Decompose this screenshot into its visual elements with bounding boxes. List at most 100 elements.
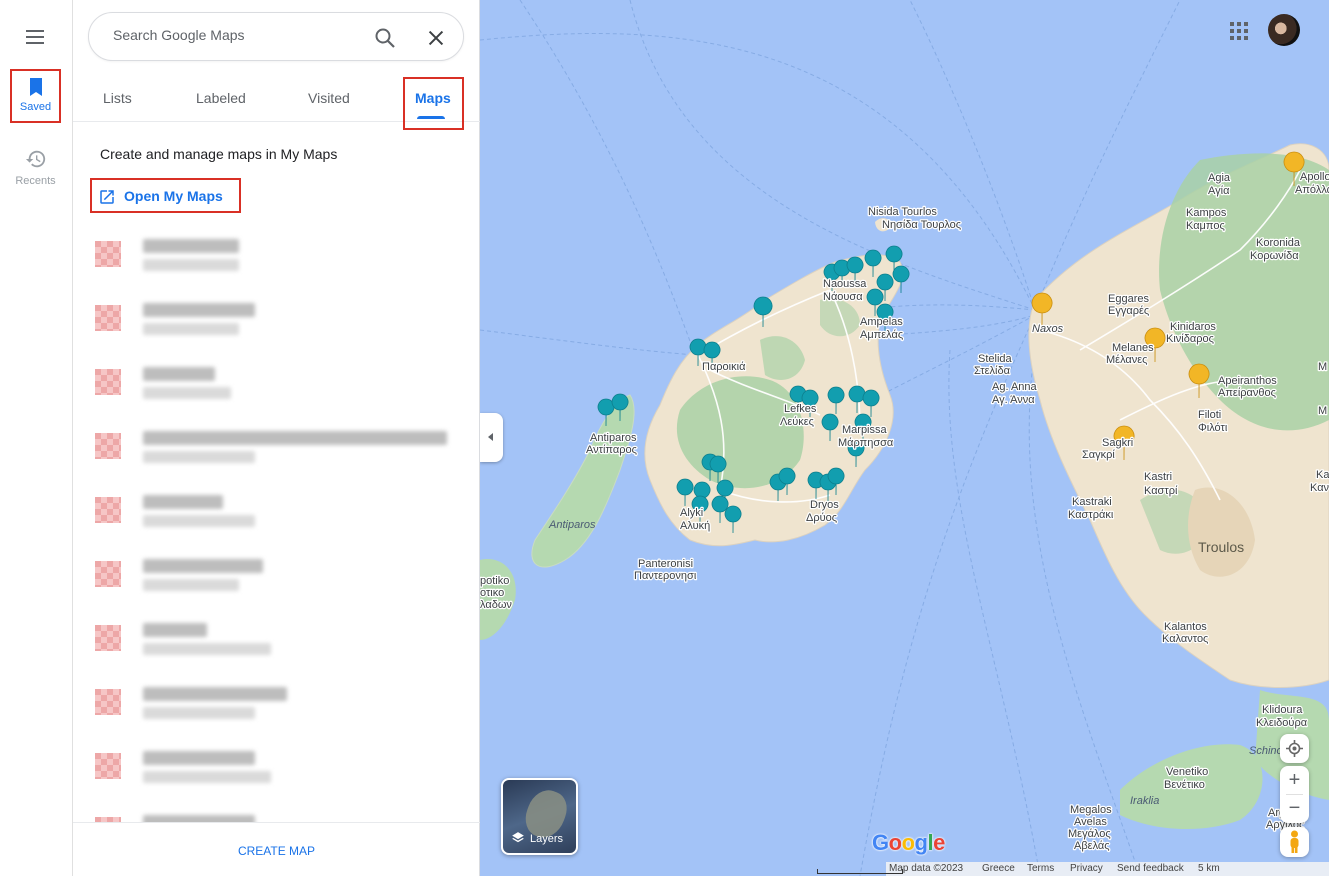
map-thumbnail <box>95 689 121 715</box>
map-label: Παροικιά <box>702 361 746 373</box>
map-label: Αβελάς <box>1074 840 1110 852</box>
my-maps-description: Create and manage maps in My Maps <box>100 146 338 162</box>
map-label: Dryos <box>810 499 839 511</box>
rail-saved[interactable]: Saved <box>10 69 61 123</box>
my-maps-list <box>73 228 480 822</box>
tab-lists[interactable]: Lists <box>103 90 132 106</box>
svg-text:Καστρί: Καστρί <box>1144 485 1178 497</box>
redacted-subtitle <box>143 771 271 783</box>
open-my-maps-link[interactable]: Open My Maps <box>90 178 241 213</box>
tab-labeled[interactable]: Labeled <box>196 90 246 106</box>
map-canvas[interactable]: Nisida Tourlos Νησίδα Τουρλος Naoussa Νά… <box>480 0 1329 876</box>
list-item[interactable] <box>73 356 480 420</box>
list-item[interactable] <box>73 228 480 292</box>
tab-visited[interactable]: Visited <box>308 90 350 106</box>
map-label: Melanes <box>1112 342 1154 354</box>
map-label: Ampelas <box>860 316 903 328</box>
svg-text:Marpissa: Marpissa <box>842 424 888 436</box>
svg-text:Iraklia: Iraklia <box>1130 795 1159 807</box>
saved-panel: Lists Labeled Visited Maps Create and ma… <box>73 0 480 876</box>
map-label: M <box>1318 405 1327 417</box>
redacted-title <box>143 431 447 445</box>
map-label: Klidoura <box>1262 704 1303 716</box>
svg-text:Megalos: Megalos <box>1070 804 1112 816</box>
close-icon[interactable] <box>425 27 447 49</box>
apps-grid-icon[interactable] <box>1230 22 1248 40</box>
svg-text:Ag. Anna: Ag. Anna <box>992 381 1038 393</box>
redacted-subtitle <box>143 451 255 463</box>
search-icon[interactable] <box>373 26 397 50</box>
list-item[interactable] <box>73 420 480 484</box>
svg-text:Eggares: Eggares <box>1108 293 1149 305</box>
list-item[interactable] <box>73 548 480 612</box>
user-avatar[interactable] <box>1268 14 1300 46</box>
svg-text:Naxos: Naxos <box>1032 323 1064 335</box>
map-thumbnail <box>95 241 121 267</box>
svg-text:Απείρανθος: Απείρανθος <box>1218 387 1276 399</box>
map-label: Apeiranthos <box>1218 375 1277 387</box>
list-item[interactable] <box>73 612 480 676</box>
collapse-side-panel-button[interactable] <box>480 413 503 462</box>
map-label: Καμπος <box>1186 220 1225 232</box>
zoom-out-button[interactable]: − <box>1280 794 1309 822</box>
svg-text:Νησίδα Τουρλος: Νησίδα Τουρλος <box>882 219 961 231</box>
list-item[interactable] <box>73 804 480 822</box>
scale-bar <box>817 869 903 874</box>
map-label: Antiparos <box>548 519 596 531</box>
hamburger-menu-icon[interactable] <box>24 26 48 46</box>
svg-text:Avelas: Avelas <box>1074 816 1107 828</box>
history-icon <box>25 150 45 168</box>
svg-text:Venetiko: Venetiko <box>1166 766 1208 778</box>
search-input[interactable] <box>113 27 353 43</box>
app-root: Saved Recents Lists Labeled Visited Maps… <box>0 0 1329 876</box>
svg-text:Kastraki: Kastraki <box>1072 496 1112 508</box>
svg-text:Κινίδαρος: Κινίδαρος <box>1166 333 1214 345</box>
map-label: Παντερονησι <box>634 570 697 582</box>
list-item[interactable] <box>73 676 480 740</box>
redacted-title <box>143 623 207 637</box>
rail-recents[interactable]: Recents <box>10 146 61 196</box>
redacted-title <box>143 687 287 701</box>
map-label: Koronida <box>1256 237 1301 249</box>
redacted-subtitle <box>143 643 271 655</box>
region-link[interactable]: Greece <box>982 863 1015 874</box>
map-label: Megalos <box>1070 804 1112 816</box>
map-label: λαδων <box>480 599 512 611</box>
map-label: Eggares <box>1108 293 1149 305</box>
map-label: Filoti <box>1198 409 1221 421</box>
pegman-button[interactable] <box>1280 827 1309 857</box>
redacted-title <box>143 559 263 573</box>
map-label: Avelas <box>1074 816 1107 828</box>
redacted-subtitle <box>143 707 255 719</box>
list-item[interactable] <box>73 740 480 804</box>
svg-text:Φιλότι: Φιλότι <box>1198 422 1228 434</box>
map-label: Μέλανες <box>1106 354 1147 366</box>
map-label: Agia <box>1208 172 1231 184</box>
map-graphic: Nisida Tourlos Νησίδα Τουρλος Naoussa Νά… <box>480 0 1329 876</box>
send-feedback-link[interactable]: Send feedback <box>1117 863 1184 874</box>
map-label: Sagkri <box>1102 437 1133 449</box>
svg-text:Nisida Tourlos: Nisida Tourlos <box>868 206 937 218</box>
svg-text:Kalantos: Kalantos <box>1164 621 1207 633</box>
map-label: Kalantos <box>1164 621 1207 633</box>
tab-maps[interactable]: Maps <box>415 90 451 106</box>
map-thumbnail <box>95 369 121 395</box>
terms-link[interactable]: Terms <box>1027 863 1054 874</box>
pegman-icon <box>1290 830 1299 853</box>
map-label: Στελίδα <box>974 365 1011 377</box>
map-label: Νάουσα <box>823 291 863 303</box>
svg-text:Αγία: Αγία <box>1208 185 1230 197</box>
privacy-link[interactable]: Privacy <box>1070 863 1103 874</box>
scale-label[interactable]: 5 km <box>1198 863 1220 874</box>
create-map-button[interactable]: CREATE MAP <box>73 822 480 876</box>
list-item[interactable] <box>73 292 480 356</box>
rail-saved-label: Saved <box>19 101 52 113</box>
svg-text:Sagkri: Sagkri <box>1102 437 1133 449</box>
zoom-in-button[interactable]: + <box>1280 766 1309 794</box>
map-label: Καστράκι <box>1068 509 1114 521</box>
layers-button[interactable]: Layers <box>501 778 578 855</box>
my-location-button[interactable] <box>1280 734 1309 763</box>
map-label: Antiparos <box>590 432 637 444</box>
svg-text:Alyki: Alyki <box>680 507 703 519</box>
list-item[interactable] <box>73 484 480 548</box>
